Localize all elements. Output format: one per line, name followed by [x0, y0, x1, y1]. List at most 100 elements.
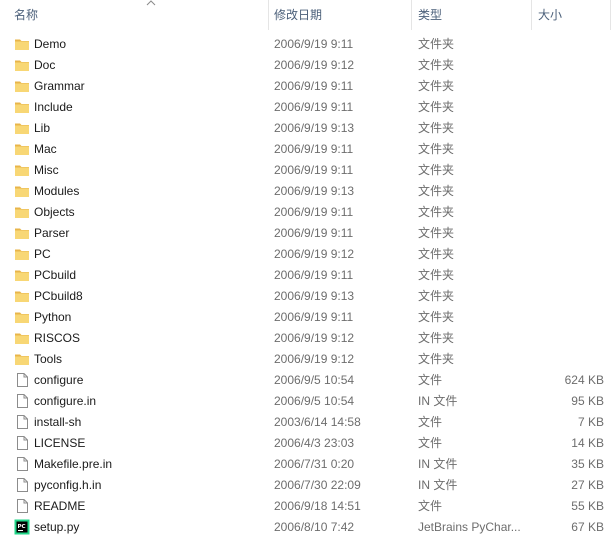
- file-size: 67 KB: [571, 520, 604, 534]
- file-name: Doc: [34, 58, 56, 72]
- folder-icon: [14, 349, 30, 370]
- file-row[interactable]: RISCOS 2006/9/19 9:12 文件夹: [0, 328, 614, 349]
- file-name: README: [34, 499, 86, 513]
- file-type: JetBrains PyChar...: [418, 520, 521, 534]
- file-type: 文件夹: [418, 184, 455, 198]
- file-date-modified: 2006/9/19 9:11: [274, 37, 354, 51]
- column-header-type-label: 类型: [418, 8, 443, 22]
- file-size: 7 KB: [577, 415, 604, 429]
- file-size: [532, 118, 604, 139]
- folder-icon: [14, 202, 30, 223]
- file-date-modified: 2006/9/19 9:11: [274, 100, 354, 114]
- file-row[interactable]: Grammar 2006/9/19 9:11 文件夹: [0, 76, 614, 97]
- file-row[interactable]: pyconfig.h.in 2006/7/30 22:09 IN 文件 27 KB: [0, 475, 614, 496]
- file-row[interactable]: Modules 2006/9/19 9:13 文件夹: [0, 181, 614, 202]
- file-date-modified: 2003/6/14 14:58: [274, 415, 361, 429]
- file-row[interactable]: Tools 2006/9/19 9:12 文件夹: [0, 349, 614, 370]
- file-row[interactable]: Mac 2006/9/19 9:11 文件夹: [0, 139, 614, 160]
- column-divider[interactable]: [531, 0, 532, 30]
- column-divider[interactable]: [411, 0, 412, 30]
- file-size: 55 KB: [571, 499, 604, 513]
- file-date-modified: 2006/9/19 9:13: [274, 289, 355, 303]
- svg-text:PC: PC: [18, 524, 26, 530]
- file-name: install-sh: [34, 415, 82, 429]
- file-row[interactable]: README 2006/9/18 14:51 文件 55 KB: [0, 496, 614, 517]
- file-type: 文件夹: [418, 310, 455, 324]
- file-row[interactable]: Parser 2006/9/19 9:11 文件夹: [0, 223, 614, 244]
- column-header-size[interactable]: 大小: [538, 0, 608, 30]
- file-type: 文件: [418, 499, 443, 513]
- file-size: 35 KB: [571, 457, 604, 471]
- file-date-modified: 2006/9/19 9:11: [274, 226, 354, 240]
- file-row[interactable]: PCbuild 2006/9/19 9:11 文件夹: [0, 265, 614, 286]
- file-row[interactable]: Objects 2006/9/19 9:11 文件夹: [0, 202, 614, 223]
- file-type: 文件夹: [418, 247, 455, 261]
- folder-icon: [14, 55, 30, 76]
- file-date-modified: 2006/7/31 0:20: [274, 457, 355, 471]
- file-name: PCbuild8: [34, 289, 83, 303]
- file-type: 文件: [418, 373, 443, 387]
- column-divider[interactable]: [268, 0, 269, 30]
- file-row[interactable]: Lib 2006/9/19 9:13 文件夹: [0, 118, 614, 139]
- file-type: 文件夹: [418, 289, 455, 303]
- file-type: IN 文件: [418, 394, 458, 408]
- folder-icon: [14, 328, 30, 349]
- file-size: 27 KB: [571, 478, 604, 492]
- column-header-name[interactable]: 名称: [14, 0, 268, 30]
- column-header-size-label: 大小: [538, 8, 563, 22]
- file-name: Parser: [34, 226, 70, 240]
- file-type: 文件夹: [418, 37, 455, 51]
- file-date-modified: 2006/9/19 9:13: [274, 121, 355, 135]
- file-row[interactable]: configure.in 2006/9/5 10:54 IN 文件 95 KB: [0, 391, 614, 412]
- file-row[interactable]: PCbuild8 2006/9/19 9:13 文件夹: [0, 286, 614, 307]
- folder-icon: [14, 244, 30, 265]
- file-row[interactable]: PC 2006/9/19 9:12 文件夹: [0, 244, 614, 265]
- file-name: PC: [34, 247, 51, 261]
- file-row[interactable]: install-sh 2003/6/14 14:58 文件 7 KB: [0, 412, 614, 433]
- file-row[interactable]: configure 2006/9/5 10:54 文件 624 KB: [0, 370, 614, 391]
- file-row[interactable]: Misc 2006/9/19 9:11 文件夹: [0, 160, 614, 181]
- file-row[interactable]: LICENSE 2006/4/3 23:03 文件 14 KB: [0, 433, 614, 454]
- file-type: 文件: [418, 436, 443, 450]
- file-size: 14 KB: [571, 436, 604, 450]
- file-date-modified: 2006/9/5 10:54: [274, 394, 355, 408]
- file-type: 文件: [418, 415, 443, 429]
- file-date-modified: 2006/9/19 9:13: [274, 184, 355, 198]
- column-header-date[interactable]: 修改日期: [274, 0, 410, 30]
- file-row[interactable]: Python 2006/9/19 9:11 文件夹: [0, 307, 614, 328]
- file-row[interactable]: Demo 2006/9/19 9:11 文件夹: [0, 34, 614, 55]
- file-type: 文件夹: [418, 121, 455, 135]
- file-row[interactable]: Include 2006/9/19 9:11 文件夹: [0, 97, 614, 118]
- column-header-type[interactable]: 类型: [418, 0, 530, 30]
- folder-icon: [14, 265, 30, 286]
- file-size: [532, 76, 604, 97]
- file-type: 文件夹: [418, 352, 455, 366]
- file-date-modified: 2006/9/19 9:11: [274, 205, 354, 219]
- file-row[interactable]: PC setup.py 2006/8/10 7:42 JetBrains PyChar…: [0, 517, 614, 538]
- file-name: configure: [34, 373, 84, 387]
- file-row[interactable]: Doc 2006/9/19 9:12 文件夹: [0, 55, 614, 76]
- file-row[interactable]: Makefile.pre.in 2006/7/31 0:20 IN 文件 35 KB: [0, 454, 614, 475]
- file-name: Demo: [34, 37, 67, 51]
- file-size: [532, 328, 604, 349]
- file-name: Mac: [34, 142, 57, 156]
- file-size: [532, 55, 604, 76]
- folder-icon: [14, 223, 30, 244]
- column-divider[interactable]: [610, 0, 611, 30]
- file-date-modified: 2006/9/19 9:11: [274, 79, 354, 93]
- file-date-modified: 2006/9/19 9:11: [274, 142, 354, 156]
- file-size: [532, 202, 604, 223]
- file-date-modified: 2006/9/5 10:54: [274, 373, 355, 387]
- file-date-modified: 2006/7/30 22:09: [274, 478, 361, 492]
- file-type: 文件夹: [418, 58, 455, 72]
- file-date-modified: 2006/9/19 9:11: [274, 163, 354, 177]
- file-size: [532, 265, 604, 286]
- file-type: 文件夹: [418, 268, 455, 282]
- file-type: 文件夹: [418, 331, 455, 345]
- file-type: 文件夹: [418, 205, 455, 219]
- file-name: configure.in: [34, 394, 97, 408]
- file-name: Include: [34, 100, 73, 114]
- folder-icon: [14, 76, 30, 97]
- file-type: IN 文件: [418, 478, 458, 492]
- file-size: [532, 286, 604, 307]
